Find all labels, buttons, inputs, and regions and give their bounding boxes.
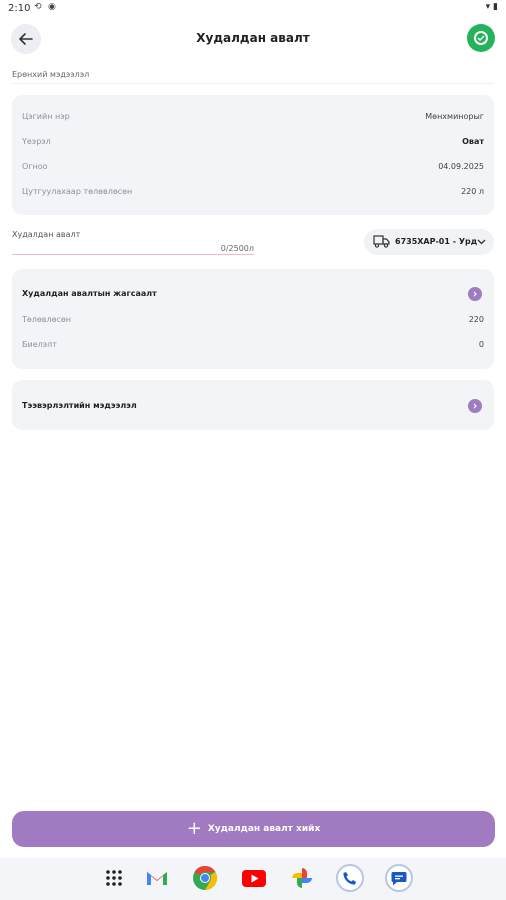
- add-purchase-label: Худалдан авалт хийх: [207, 824, 321, 834]
- info-value: 04.09.2025: [438, 162, 484, 171]
- summary-value: 0: [478, 340, 484, 349]
- summary-label: Төлөвлөсөн: [22, 315, 72, 324]
- chevron-right-icon[interactable]: [468, 399, 482, 413]
- plus-icon: +: [186, 818, 202, 839]
- purchase-input-field[interactable]: 0/2500л: [200, 244, 254, 253]
- info-label: Огноо: [22, 162, 48, 171]
- confirm-button[interactable]: [467, 24, 495, 52]
- purchase-input-label: Худалдан авалт: [12, 230, 81, 239]
- info-row-point-name: Цэгийн нэр Мөнхминорыг: [22, 112, 484, 126]
- youtube-icon[interactable]: [240, 864, 268, 892]
- purchase-list-card[interactable]: Худалдан авалтын жагсаалт Төлөвлөсөн 220…: [12, 269, 494, 369]
- status-time: 2:10: [8, 3, 31, 14]
- app-drawer-icon[interactable]: [100, 864, 128, 892]
- page-title: Худалдан авалт: [196, 31, 310, 45]
- sync-status-icon: ⟲: [34, 2, 42, 12]
- summary-row-fulfilled: Биелэлт 0: [22, 340, 484, 354]
- status-bar: 2:10 ⟲ ◉ ▾ ▮: [0, 0, 506, 18]
- photos-icon[interactable]: [288, 864, 316, 892]
- app-dock: [0, 858, 506, 900]
- purchase-input-underline: [12, 254, 254, 255]
- general-info-card: Цэгийн нэр Мөнхминорыг Үеэрэл Оват Огноо…: [12, 95, 494, 215]
- info-row-planned: Цутгуулахаар төлөвлөсөн 220 л: [22, 187, 484, 201]
- general-info-heading: Ерөнхий мэдээлэл: [12, 70, 90, 79]
- info-value: 220 л: [461, 187, 484, 196]
- summary-label: Биелэлт: [22, 340, 57, 349]
- check-circle-icon: [474, 31, 488, 45]
- transport-info-card[interactable]: Тээвэрлэлтийн мэдээлэл: [12, 380, 494, 430]
- info-label: Цэгийн нэр: [22, 112, 70, 121]
- summary-row-planned: Төлөвлөсөн 220: [22, 315, 484, 329]
- info-label: Цутгуулахаар төлөвлөсөн: [22, 187, 133, 196]
- info-row-relative: Үеэрэл Оват: [22, 137, 484, 151]
- vehicle-select[interactable]: 6735ХАР-01 - Урд: [364, 229, 494, 255]
- chevron-down-icon: [477, 239, 486, 245]
- add-purchase-button[interactable]: + Худалдан авалт хийх: [12, 811, 495, 847]
- truck-icon: [373, 235, 390, 248]
- messages-icon[interactable]: [385, 864, 413, 892]
- transport-info-title: Тээвэрлэлтийн мэдээлэл: [22, 401, 137, 410]
- summary-value: 220: [468, 315, 484, 324]
- info-value: Мөнхминорыг: [425, 112, 484, 121]
- info-label: Үеэрэл: [22, 137, 51, 146]
- purchase-list-title: Худалдан авалтын жагсаалт: [22, 289, 157, 298]
- wifi-battery-icon: ▾ ▮: [485, 2, 498, 12]
- gmail-icon[interactable]: [143, 864, 171, 892]
- chevron-right-icon[interactable]: [468, 287, 482, 301]
- info-value: Оват: [462, 137, 484, 146]
- notification-status-icon: ◉: [48, 2, 56, 12]
- divider: [12, 83, 494, 84]
- info-row-date: Огноо 04.09.2025: [22, 162, 484, 176]
- phone-icon[interactable]: [336, 864, 364, 892]
- vehicle-label: 6735ХАР-01 - Урд: [395, 237, 478, 246]
- chrome-icon[interactable]: [191, 864, 219, 892]
